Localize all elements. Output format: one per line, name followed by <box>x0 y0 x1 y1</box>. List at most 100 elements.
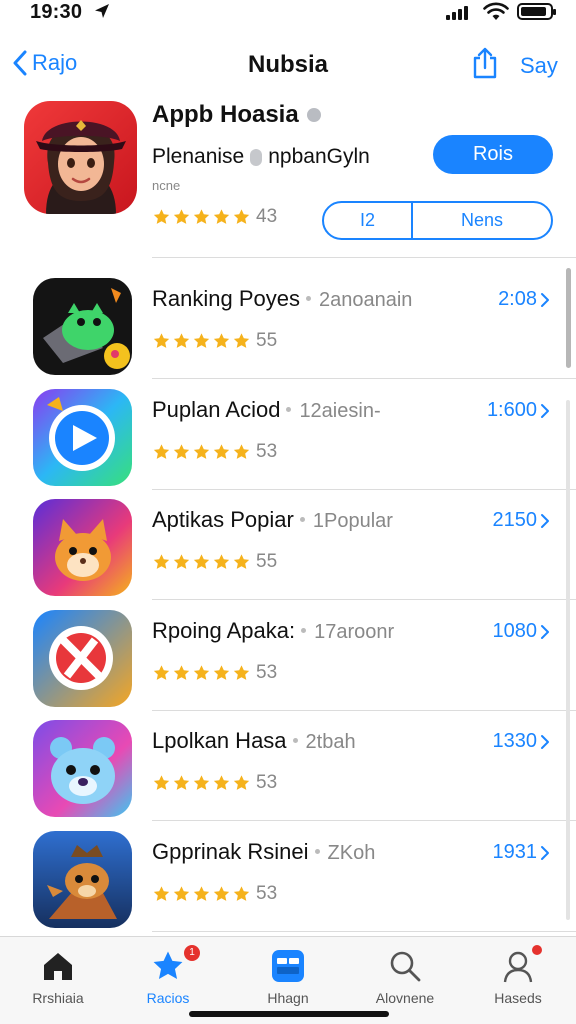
list-item[interactable]: Gpprinak Rsinei ZKoh 53 1931 <box>0 831 576 941</box>
segment-left[interactable]: I2 <box>324 203 413 238</box>
featured-app-subtitle: Plenanise npbanGyln <box>152 145 370 169</box>
chevron-right-icon <box>540 624 550 640</box>
home-indicator <box>189 1011 389 1017</box>
app-subtitle-text: ZKoh <box>327 842 376 864</box>
no-sign-icon <box>33 610 132 707</box>
app-name: Rpoing Apaka: <box>152 618 296 643</box>
app-icon[interactable] <box>33 499 132 596</box>
share-icon[interactable] <box>470 46 500 80</box>
app-name: Ranking Poyes <box>152 286 300 311</box>
chevron-right-icon <box>540 292 550 308</box>
star-icon <box>172 332 191 350</box>
star-icon <box>172 885 191 903</box>
app-subtitle-text: 2tbah <box>305 731 356 753</box>
app-title: Rpoing Apaka: 17aroonr <box>152 618 394 644</box>
app-value-link[interactable]: 2150 <box>493 509 551 532</box>
app-subtitle: 1Popular <box>294 510 393 532</box>
chevron-right-icon <box>540 513 550 529</box>
list-item[interactable]: Aptikas Popiar 1Popular 55 2150 <box>0 499 576 609</box>
rating-count: 53 <box>256 441 278 462</box>
list-item[interactable]: Lpolkan Hasa 2tbah 53 1330 <box>0 720 576 830</box>
divider <box>152 599 576 600</box>
tab-ratings[interactable]: 1 Racios <box>118 945 218 1006</box>
app-subtitle-text: 17aroonr <box>314 621 395 643</box>
app-rating: 55 <box>152 551 277 573</box>
app-value: 1080 <box>492 620 538 642</box>
tab-search[interactable]: Alovnene <box>355 945 455 1006</box>
tab-label: Alovnene <box>375 990 435 1006</box>
star-icon <box>192 332 211 350</box>
featured-app-icon[interactable] <box>24 101 137 214</box>
divider <box>152 257 576 258</box>
app-value: 2:08 <box>498 288 537 310</box>
app-icon[interactable] <box>33 720 132 817</box>
list-item[interactable]: Rpoing Apaka: 17aroonr 53 1080 <box>0 610 576 720</box>
app-subtitle: 12aiesin- <box>280 400 381 422</box>
app-icon[interactable] <box>33 610 132 707</box>
subtitle-right: npbanGyln <box>268 145 370 168</box>
tab-label: Haseds <box>494 990 542 1006</box>
star-icon <box>152 208 171 226</box>
app-title: Ranking Poyes 2anoanain <box>152 286 412 312</box>
star-icon <box>232 664 251 682</box>
home-icon <box>44 953 72 980</box>
list-item[interactable]: Puplan Aciod 12aiesin- 53 1:600 <box>0 389 576 499</box>
subtitle-left: Plenanise <box>152 145 245 168</box>
app-value-link[interactable]: 1931 <box>493 841 551 864</box>
segment-right[interactable]: Nens <box>413 203 551 238</box>
star-icon <box>212 208 231 226</box>
star-icon <box>212 664 231 682</box>
fox-character-icon <box>33 499 132 596</box>
star-icon <box>212 443 231 461</box>
star-icon <box>152 664 171 682</box>
app-subtitle: ZKoh <box>309 842 376 864</box>
tab-label: Racios <box>146 990 190 1006</box>
tab-profile[interactable]: Haseds <box>468 945 568 1006</box>
status-time: 19:30 <box>30 1 83 23</box>
star-icon <box>212 553 231 571</box>
app-value-link[interactable]: 1080 <box>493 620 551 643</box>
star-icon <box>232 774 251 792</box>
rating-count: 55 <box>256 551 278 572</box>
star-icon <box>212 332 231 350</box>
app-value: 1:600 <box>486 399 537 421</box>
app-value-link[interactable]: 1330 <box>493 730 551 753</box>
list-item[interactable]: Ranking Poyes 2anoanain 55 2:08 <box>0 278 576 388</box>
rating-count: 53 <box>256 662 278 683</box>
star-icon <box>152 332 171 350</box>
app-name: Lpolkan Hasa <box>152 728 287 753</box>
notification-dot <box>532 945 542 955</box>
notification-badge: 1 <box>184 945 200 961</box>
tab-apps[interactable]: Hhagn <box>238 945 338 1006</box>
tab-home[interactable]: Rrshiaia <box>8 945 108 1006</box>
rating-count: 53 <box>256 772 278 793</box>
app-rating: 53 <box>152 441 277 463</box>
app-name: Gpprinak Rsinei <box>152 839 309 864</box>
app-icon[interactable] <box>33 831 132 928</box>
app-value: 2150 <box>492 509 538 531</box>
app-name: Aptikas Popiar <box>152 507 294 532</box>
app-value-link[interactable]: 1:600 <box>487 399 550 422</box>
app-icon[interactable] <box>33 278 132 375</box>
app-name: Puplan Aciod <box>152 397 281 422</box>
star-icon <box>152 885 171 903</box>
app-subtitle: 17aroonr <box>295 621 394 643</box>
rating-count: 53 <box>256 883 278 904</box>
dog-character-icon <box>33 831 132 928</box>
tab-label: Hhagn <box>267 990 309 1006</box>
star-icon <box>172 553 191 571</box>
app-icon[interactable] <box>33 389 132 486</box>
get-button[interactable]: Rois <box>433 135 553 174</box>
app-value-link[interactable]: 2:08 <box>498 288 550 311</box>
star-icon <box>232 208 251 226</box>
star-icon <box>212 774 231 792</box>
scrollbar-thumb[interactable] <box>566 268 571 368</box>
divider <box>152 931 576 932</box>
say-button[interactable]: Say <box>520 53 558 79</box>
app-title: Aptikas Popiar 1Popular <box>152 507 393 533</box>
bear-character-icon <box>33 720 132 817</box>
app-title: Puplan Aciod 12aiesin- <box>152 397 381 423</box>
app-rating: 53 <box>152 883 277 905</box>
star-icon <box>192 443 211 461</box>
divider <box>152 489 576 490</box>
